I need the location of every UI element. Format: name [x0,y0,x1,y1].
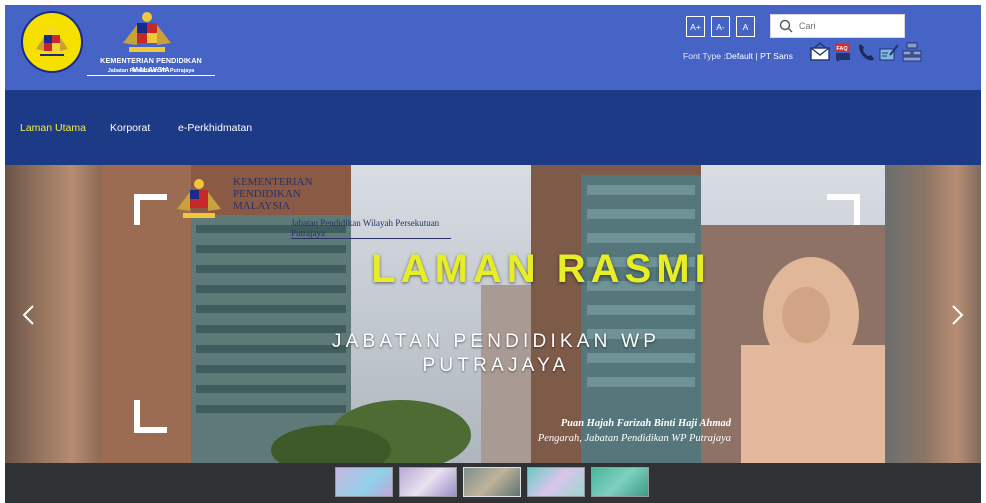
font-type-selector: Font Type :Default | PT Sans [683,51,793,61]
next-slide-arrow-icon[interactable] [947,303,967,327]
slider-thumbnails [5,463,981,503]
search-box [770,14,905,38]
main-navigation: Laman Utama Korporat e-Perkhidmatan [5,90,981,165]
previous-slide-arrow-icon[interactable] [19,303,39,327]
faq-icon[interactable]: FAQ [832,41,854,63]
slide-logo-subtext: Jabatan Pendidikan Wilayah Persekutuan P… [291,218,451,239]
slide-logo-line3: MALAYSIA [233,200,291,212]
font-decrease-button[interactable]: A- [711,16,730,37]
coat-of-arms-icon [36,27,68,56]
hero-slider: KEMENTERIAN PENDIDIKAN MALAYSIA Jabatan … [5,165,981,463]
slide-crest-icon [177,179,221,218]
slide-caption-role: Pengarah, Jabatan Pendidikan WP Putrajay… [537,433,731,444]
search-input[interactable] [799,21,899,31]
slide-subtitle-line1: JABATAN PENDIDIKAN WP [331,331,661,352]
font-type-label: Font Type : [683,51,726,61]
site-header: KEMENTERIAN PENDIDIKAN MALAYSIA Jabatan … [5,5,981,90]
nav-item-laman-utama[interactable]: Laman Utama [20,122,86,134]
slide-logo-line1: KEMENTERIAN [233,176,313,188]
slide-logo-text: KEMENTERIAN PENDIDIKAN MALAYSIA [233,176,312,212]
slide-subtitle-line2: PUTRAJAYA [422,355,570,376]
slide-thumbnail-4[interactable] [527,467,585,497]
search-icon[interactable] [779,19,793,33]
slide-thumbnail-1[interactable] [335,467,393,497]
current-slide[interactable]: KEMENTERIAN PENDIDIKAN MALAYSIA Jabatan … [101,165,885,463]
ministry-logo[interactable] [21,11,83,73]
svg-text:FAQ: FAQ [836,46,848,52]
sitemap-icon[interactable] [901,41,923,63]
department-name: Jabatan Pendidikan WP Putrajaya [107,68,195,74]
slide-thumbnail-5[interactable] [591,467,649,497]
slide-thumbnail-3[interactable] [463,467,521,497]
slide-logo-line2: PENDIDIKAN [233,188,301,200]
nav-item-korporat[interactable]: Korporat [110,122,150,134]
font-type-options[interactable]: Default | PT Sans [726,51,793,61]
page-frame: KEMENTERIAN PENDIDIKAN MALAYSIA Jabatan … [5,5,981,503]
slide-thumbnail-2[interactable] [399,467,457,497]
nav-item-e-perkhidmatan[interactable]: e-Perkhidmatan [178,122,252,134]
email-icon[interactable] [809,41,831,63]
phone-icon[interactable] [855,41,877,63]
feedback-icon[interactable] [878,41,900,63]
slide-caption-name: Puan Hajah Farizah Binti Haji Ahmad [560,418,731,429]
kpm-crest-icon [123,12,171,52]
font-increase-button[interactable]: A+ [686,16,705,37]
font-reset-button[interactable]: A [736,16,755,37]
slide-title: LAMAN RASMI [371,247,711,291]
